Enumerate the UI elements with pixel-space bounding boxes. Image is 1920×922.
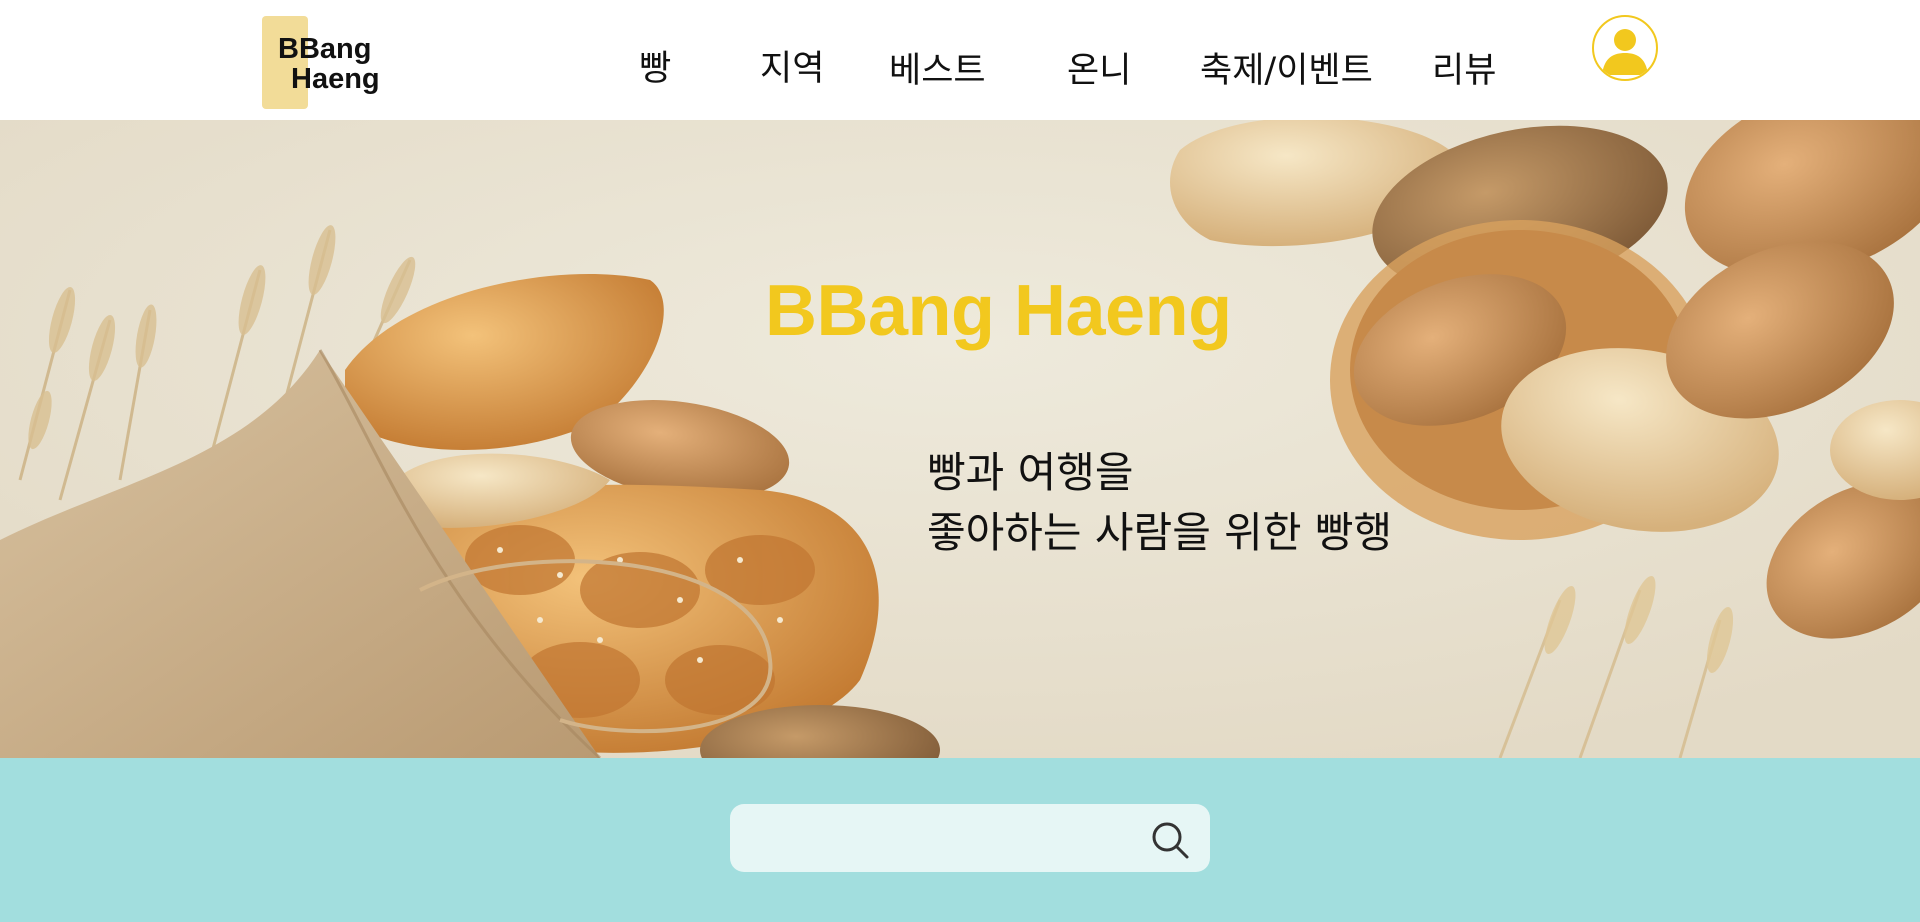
user-avatar-icon	[1602, 29, 1648, 75]
hero-title: BBang Haeng	[765, 271, 1232, 351]
hero-subtitle-line2: 좋아하는 사람을 위한 빵행	[927, 508, 1393, 557]
hero-subtitle: 빵과 여행을 좋아하는 사람을 위한 빵행	[927, 443, 1392, 563]
site-header: BBang Haeng 빵 지역 베스트 온니 축제/이벤트 리뷰	[0, 0, 1920, 120]
search-icon[interactable]	[1150, 820, 1190, 860]
logo-line2: Haeng	[291, 63, 380, 95]
logo-text: BBang Haeng	[278, 34, 380, 94]
search-box	[730, 804, 1210, 874]
nav-item-review[interactable]: 리뷰	[1432, 42, 1496, 93]
bread-background-image	[0, 120, 1920, 758]
hero-subtitle-line1: 빵과 여행을	[927, 448, 1134, 497]
nav-item-region[interactable]: 지역	[760, 40, 824, 91]
nav-item-best[interactable]: 베스트	[889, 42, 986, 93]
nav-item-only[interactable]: 온니	[1067, 42, 1131, 93]
brand-logo[interactable]: BBang Haeng	[262, 16, 402, 110]
user-avatar-button[interactable]	[1592, 15, 1658, 81]
logo-line1: BBang	[278, 33, 372, 65]
search-section	[0, 758, 1920, 922]
nav-item-festival-event[interactable]: 축제/이벤트	[1200, 42, 1373, 93]
hero-banner: BBang Haeng 빵과 여행을 좋아하는 사람을 위한 빵행	[0, 120, 1920, 758]
search-input[interactable]	[754, 804, 1124, 874]
nav-item-bread[interactable]: 빵	[639, 40, 671, 91]
